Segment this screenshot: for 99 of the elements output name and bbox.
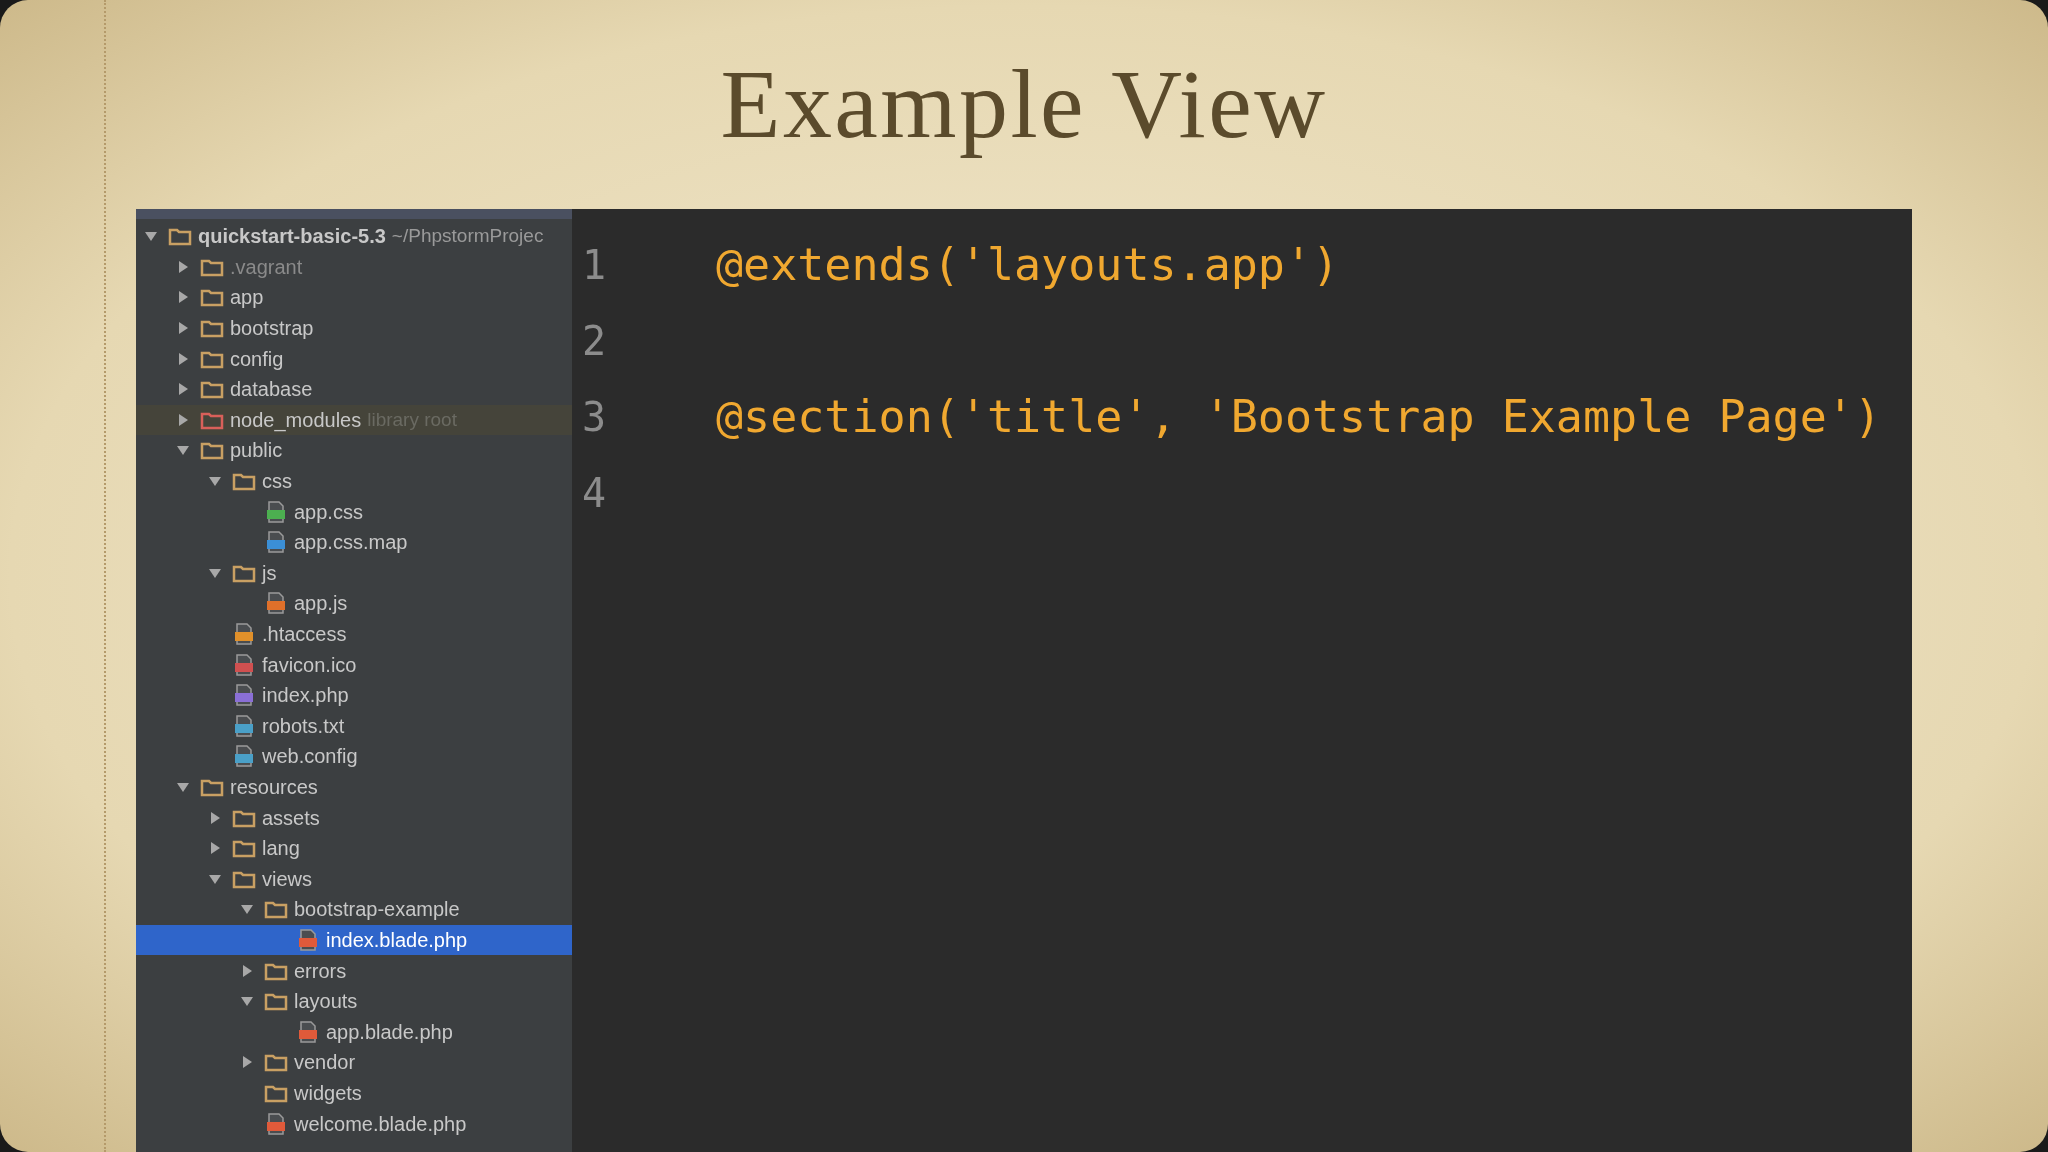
tree-item[interactable]: bootstrap — [136, 312, 572, 344]
file-icon — [264, 591, 288, 616]
tree-item[interactable]: widgets — [136, 1077, 572, 1109]
item-label: web.config — [262, 744, 358, 770]
item-label: widgets — [294, 1080, 362, 1106]
file-icon — [232, 713, 256, 738]
item-label: robots.txt — [262, 713, 345, 739]
item-label: app — [230, 285, 264, 311]
item-label: node_modules — [230, 407, 362, 434]
tree-item[interactable]: app.blade.php — [136, 1016, 572, 1048]
item-label: app.js — [294, 591, 348, 617]
tree-item[interactable]: js — [136, 557, 572, 589]
triangle-icon[interactable] — [240, 1055, 254, 1070]
tree-item[interactable]: quickstart-basic-5.3 ~/PhpstormProjec — [136, 221, 572, 252]
item-label: resources — [230, 775, 318, 800]
triangle-icon[interactable] — [176, 780, 190, 794]
tree-item[interactable]: favicon.ico — [136, 649, 572, 680]
file-icon — [232, 652, 256, 677]
tree-item[interactable]: views — [136, 863, 572, 895]
tree-item[interactable]: resources — [136, 771, 572, 803]
item-label: app.blade.php — [326, 1019, 453, 1045]
folder-icon — [232, 471, 256, 492]
triangle-icon[interactable] — [240, 963, 254, 978]
tree-item[interactable]: layouts — [136, 985, 572, 1017]
line-number: 1 — [581, 241, 608, 290]
tree-item[interactable]: public — [136, 435, 572, 466]
tree-item[interactable]: errors — [136, 955, 572, 986]
item-label: welcome.blade.php — [294, 1111, 467, 1137]
folder-icon — [264, 1052, 288, 1073]
folder-icon — [200, 287, 224, 308]
folder-icon — [200, 777, 224, 797]
item-label: bootstrap — [230, 316, 314, 342]
item-label: errors — [294, 958, 347, 984]
item-label: assets — [262, 805, 320, 831]
triangle-icon[interactable] — [176, 412, 190, 427]
code-line: @section('title', 'Bootstrap Example Page') — [716, 389, 1881, 446]
folder-icon — [264, 899, 288, 920]
item-label: css — [262, 469, 292, 495]
tree-item[interactable]: index.php — [136, 679, 572, 711]
file-icon — [232, 622, 256, 646]
file-icon — [296, 927, 320, 952]
file-icon — [296, 1019, 320, 1044]
item-label: vendor — [294, 1050, 356, 1076]
item-label: config — [230, 346, 284, 372]
tree-item[interactable]: robots.txt — [136, 710, 572, 742]
item-label: js — [262, 560, 277, 586]
folder-icon — [200, 318, 224, 339]
tree-item[interactable]: database — [136, 373, 572, 405]
triangle-icon[interactable] — [208, 810, 222, 825]
triangle-icon[interactable] — [176, 259, 190, 274]
tree-item[interactable]: .htaccess — [136, 618, 572, 650]
triangle-icon[interactable] — [176, 351, 190, 366]
tree-item[interactable]: web.config — [136, 741, 572, 772]
item-label: bootstrap-example — [294, 897, 460, 923]
triangle-icon[interactable] — [176, 382, 190, 397]
tree-item[interactable]: app.js — [136, 588, 572, 619]
item-label: database — [230, 377, 313, 403]
line-number: 3 — [581, 393, 608, 442]
folder-icon — [232, 838, 256, 859]
file-icon — [264, 530, 288, 555]
tree-item[interactable]: bootstrap-example — [136, 894, 572, 925]
triangle-icon[interactable] — [176, 321, 190, 336]
file-icon — [232, 683, 256, 708]
item-label: .vagrant — [230, 254, 303, 280]
triangle-icon[interactable] — [176, 290, 190, 305]
folder-icon — [200, 440, 224, 461]
tree-item[interactable]: index.blade.php — [136, 924, 572, 956]
item-hint: ~/PhpstormProjec — [391, 224, 544, 249]
folder-icon — [168, 226, 192, 247]
tree-item[interactable]: vendor — [136, 1047, 572, 1078]
item-label: index.php — [262, 683, 349, 709]
file-icon — [264, 1111, 288, 1136]
item-label: views — [262, 866, 312, 892]
tree-item[interactable]: lang — [136, 832, 572, 864]
line-number: 4 — [581, 469, 608, 518]
slide-title: Example View — [720, 48, 1328, 160]
item-label: index.blade.php — [326, 927, 468, 953]
line-number: 2 — [581, 317, 608, 366]
tree-item[interactable]: welcome.blade.php — [136, 1108, 572, 1139]
code-line: @extends('layouts.app') — [716, 237, 1340, 294]
item-label: quickstart-basic-5.3 — [198, 224, 386, 250]
item-label: app.css — [294, 499, 363, 525]
file-icon — [232, 744, 256, 769]
triangle-icon[interactable] — [208, 841, 222, 856]
item-label: .htaccess — [262, 622, 347, 647]
tree-item[interactable]: app — [136, 282, 572, 313]
item-label: public — [230, 438, 283, 464]
tree-item[interactable]: css — [136, 465, 572, 497]
tree-item[interactable]: assets — [136, 802, 572, 833]
tree-item[interactable]: app.css.map — [136, 526, 572, 558]
item-label: lang — [262, 836, 300, 862]
item-label: app.css.map — [294, 530, 408, 556]
item-label: favicon.ico — [262, 652, 357, 678]
item-label: layouts — [294, 989, 358, 1015]
file-icon — [264, 499, 288, 524]
folder-icon — [200, 379, 224, 400]
folder-icon — [264, 991, 288, 1012]
tree-item[interactable]: config — [136, 343, 572, 374]
tree-item[interactable]: app.css — [136, 496, 572, 527]
